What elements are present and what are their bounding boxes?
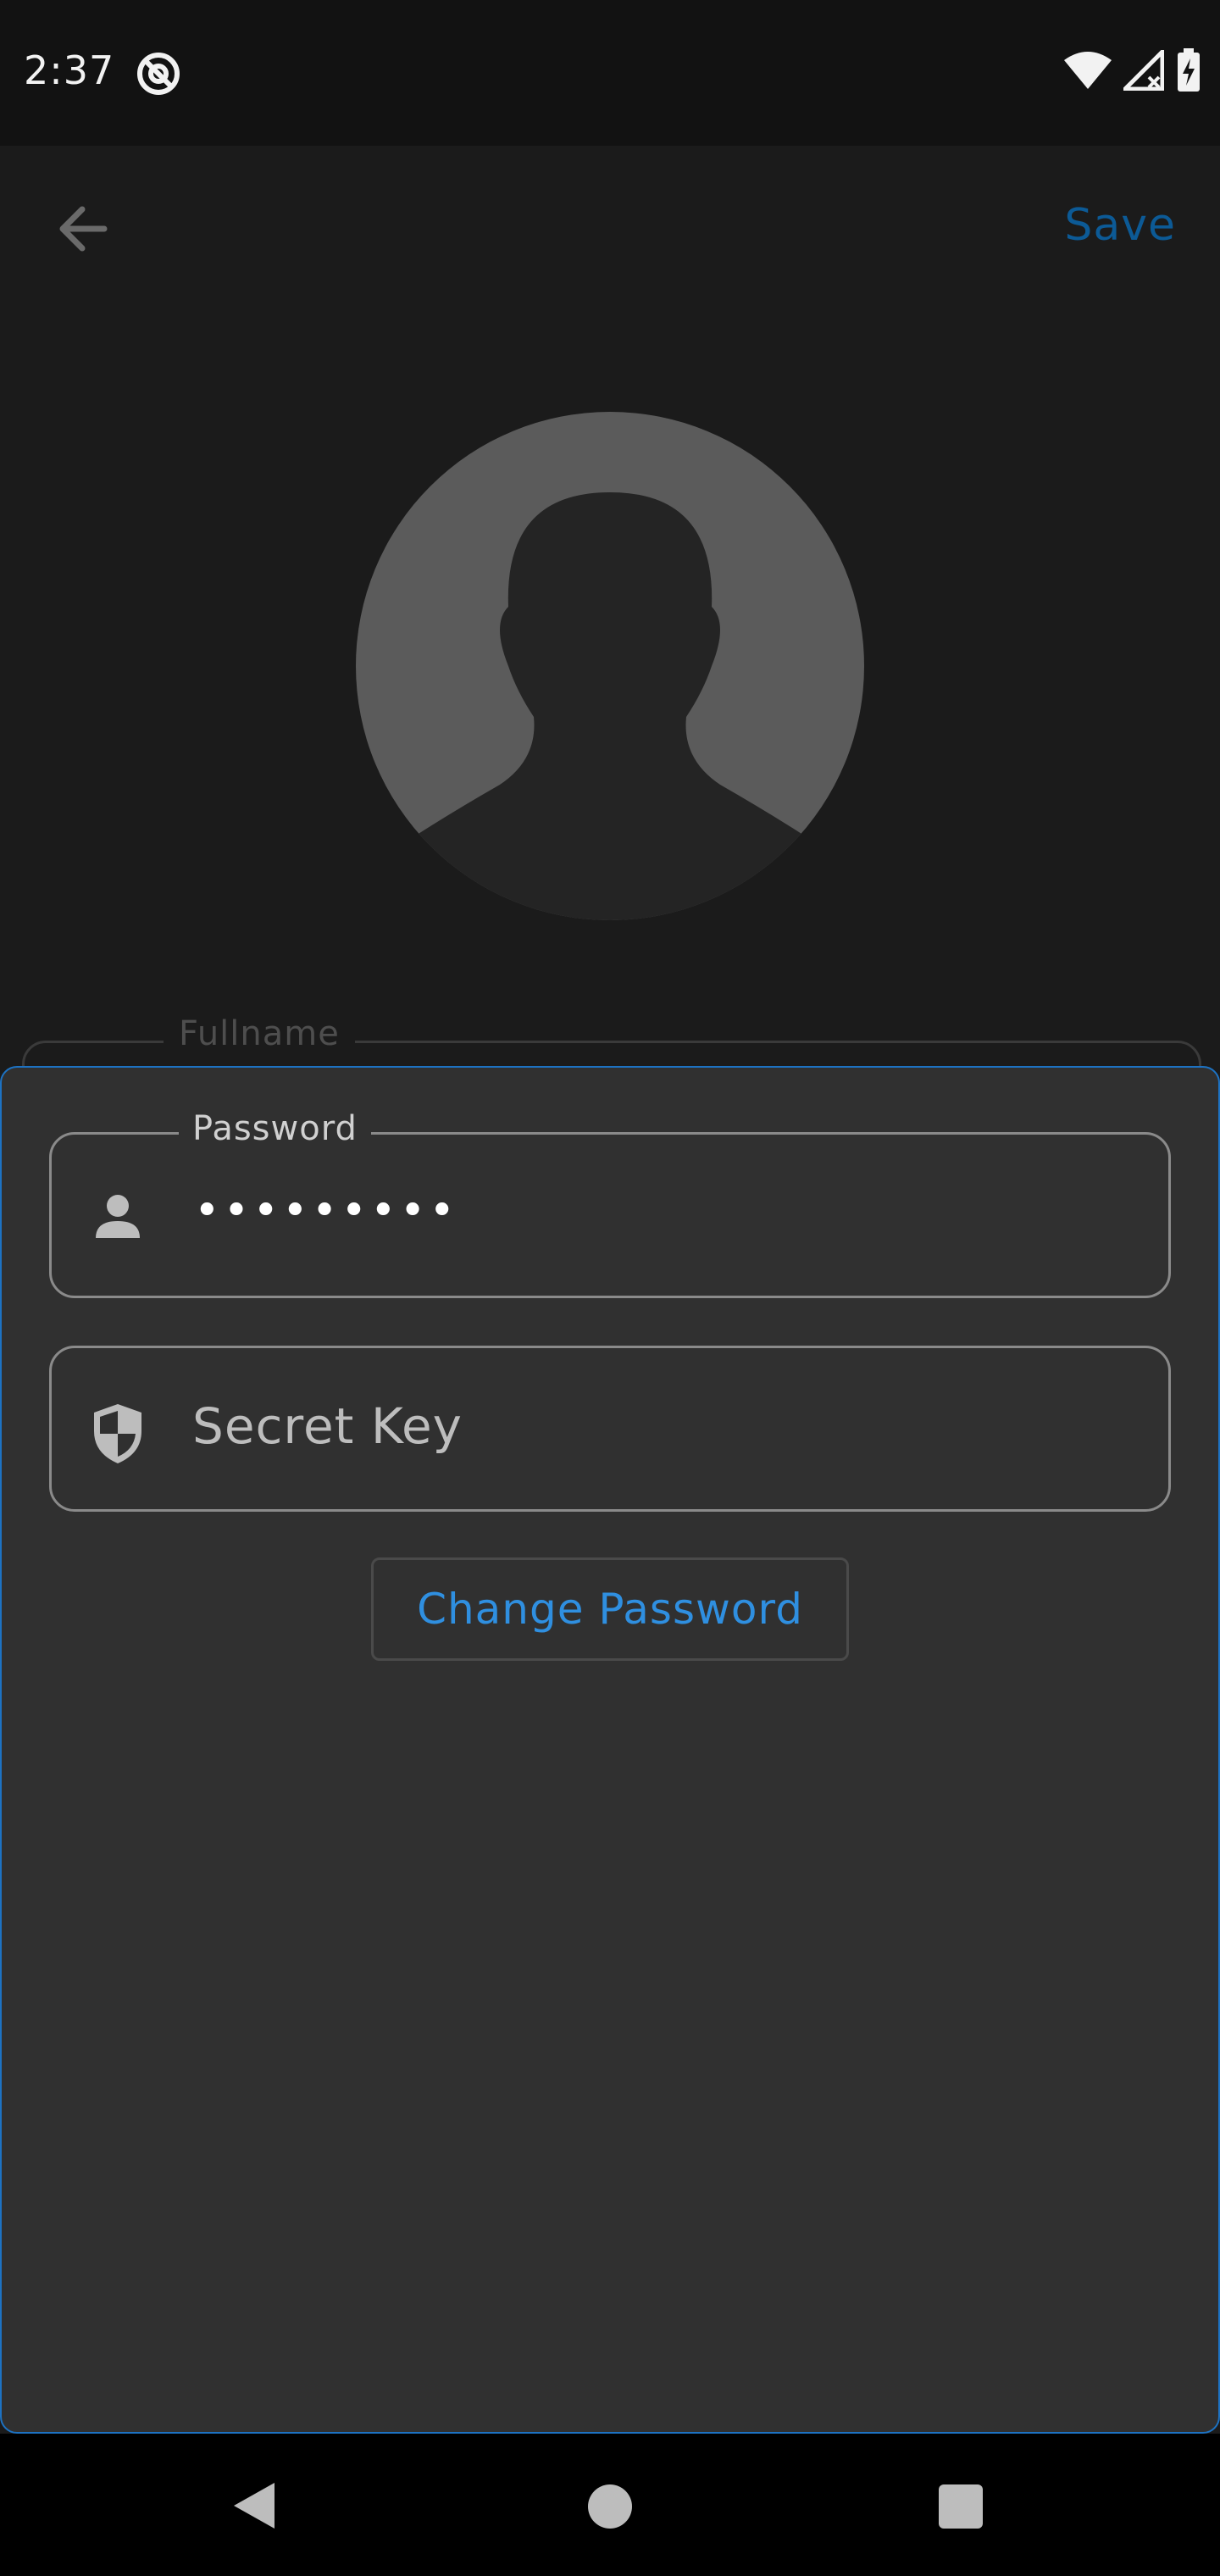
- battery-charging-icon: [1176, 48, 1201, 96]
- arrow-back-icon: [55, 201, 111, 260]
- change-password-button[interactable]: Change Password: [371, 1557, 849, 1661]
- nav-recents-icon[interactable]: [939, 2484, 983, 2529]
- app-bar: Save: [0, 146, 1220, 307]
- status-time: 2:37: [24, 47, 115, 93]
- password-label: Password: [179, 1109, 371, 1148]
- person-silhouette-icon: [356, 492, 864, 920]
- wifi-icon: [1064, 52, 1112, 92]
- save-button[interactable]: Save: [1064, 200, 1176, 251]
- fullname-label: Fullname: [164, 1014, 355, 1053]
- system-nav-bar: [0, 2434, 1220, 2576]
- secret-key-input[interactable]: Secret Key: [192, 1397, 463, 1455]
- back-button[interactable]: [47, 195, 119, 266]
- nav-home-icon[interactable]: [588, 2484, 632, 2529]
- password-field[interactable]: Password •••••••••: [49, 1109, 1171, 1298]
- change-password-sheet: Password ••••••••• Secret Key Change Pas…: [0, 1066, 1220, 2434]
- person-icon: [91, 1189, 145, 1243]
- signal-icon: [1119, 46, 1165, 94]
- avatar[interactable]: [356, 412, 864, 920]
- nav-back-icon[interactable]: [230, 2481, 280, 2530]
- shield-icon: [91, 1402, 145, 1463]
- secret-key-field[interactable]: Secret Key: [49, 1346, 1171, 1512]
- status-bar: 2:37: [0, 0, 1220, 146]
- password-input[interactable]: •••••••••: [194, 1185, 458, 1236]
- status-icons: [1064, 46, 1201, 96]
- at-sign-icon: [136, 51, 181, 97]
